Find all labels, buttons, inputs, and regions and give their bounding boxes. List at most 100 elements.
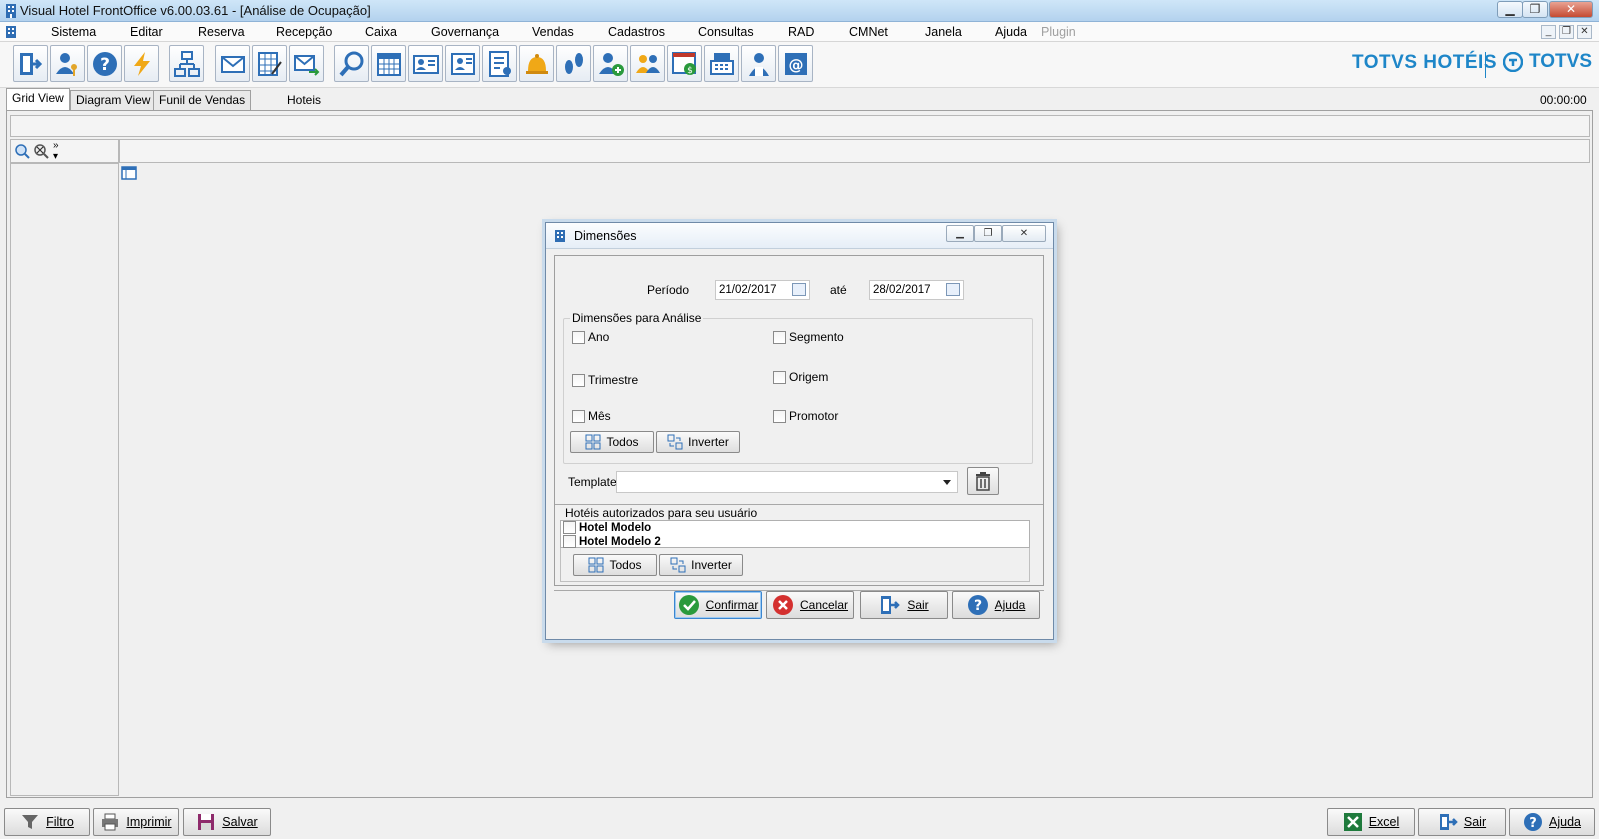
- cancelar-button[interactable]: Cancelar: [766, 591, 854, 619]
- toolbar-id-card-button[interactable]: [445, 45, 480, 82]
- checkbox-origem[interactable]: Origem: [773, 370, 828, 384]
- toolbar-group-button[interactable]: [630, 45, 665, 82]
- toolbar-search-button[interactable]: [334, 45, 369, 82]
- checkbox-box[interactable]: [773, 409, 786, 423]
- periodo-label: Período: [647, 283, 690, 297]
- hotel-list: Hotel Modelo Hotel Modelo 2: [560, 520, 1030, 548]
- checkbox-box[interactable]: [572, 330, 585, 344]
- delete-template-button[interactable]: [967, 467, 999, 495]
- tab-funil-de-vendas[interactable]: Funil de Vendas: [153, 90, 252, 110]
- menu-cmnet[interactable]: CMNet: [849, 25, 888, 39]
- checkbox-box[interactable]: [572, 373, 585, 387]
- dimension-tree-panel: [10, 163, 119, 796]
- toolbar-help-button[interactable]: ?: [87, 45, 122, 82]
- toolbar-mail-forward-button[interactable]: [289, 45, 324, 82]
- imprimir-button[interactable]: Imprimir: [93, 808, 179, 836]
- hotel-label: Hotel Modelo: [579, 521, 652, 534]
- menu-rad[interactable]: RAD: [788, 25, 814, 39]
- menu-ajuda[interactable]: Ajuda: [995, 25, 1027, 39]
- toolbar-housekeeper-button[interactable]: [741, 45, 776, 82]
- toolbar-checklist-button[interactable]: [482, 45, 517, 82]
- menu-sistema[interactable]: Sistema: [51, 25, 96, 39]
- tab-diagram-view[interactable]: Diagram View: [70, 90, 157, 110]
- restore-button[interactable]: ❐: [1522, 1, 1548, 18]
- checkbox-box[interactable]: [563, 521, 576, 534]
- dimensoes-inverter-button[interactable]: Inverter: [656, 431, 740, 453]
- data-inicio-field[interactable]: 21/02/2017: [715, 280, 810, 300]
- menu-governanca[interactable]: Governança: [431, 25, 499, 39]
- tab-grid-view[interactable]: Grid View: [6, 88, 70, 110]
- menu-editar[interactable]: Editar: [130, 25, 163, 39]
- checkbox-ano[interactable]: Ano: [572, 330, 609, 344]
- lightning-icon: [133, 51, 150, 76]
- checkbox-box[interactable]: [563, 535, 576, 548]
- dimensoes-todos-button[interactable]: Todos: [570, 431, 654, 453]
- checkbox-segmento[interactable]: Segmento: [773, 330, 844, 344]
- calendar-icon[interactable]: [946, 283, 960, 296]
- toolbar-footprints-button[interactable]: [556, 45, 591, 82]
- menu-reserva[interactable]: Reserva: [198, 25, 245, 39]
- toolbar-email-at-button[interactable]: @: [778, 45, 813, 82]
- filtro-button[interactable]: Filtro: [4, 808, 90, 836]
- bottom-ajuda-button[interactable]: ? Ajuda: [1509, 808, 1595, 836]
- child-close-button[interactable]: ✕: [1577, 25, 1592, 39]
- inverter-label: Inverter: [688, 435, 729, 449]
- toolbar-contact-card-button[interactable]: [408, 45, 443, 82]
- menu-caixa[interactable]: Caixa: [365, 25, 397, 39]
- toolbar-mail-button[interactable]: [215, 45, 250, 82]
- checkbox-box[interactable]: [773, 370, 786, 384]
- toolbar-cash-register-button[interactable]: [704, 45, 739, 82]
- child-minimize-button[interactable]: _: [1541, 25, 1556, 39]
- toolbar-network-button[interactable]: [169, 45, 204, 82]
- toolbar-add-user-button[interactable]: [593, 45, 628, 82]
- checkbox-mes[interactable]: Mês: [572, 409, 611, 423]
- menu-recepcao[interactable]: Recepção: [276, 25, 332, 39]
- toolbar-exit-button[interactable]: [13, 45, 48, 82]
- dialog-close-button[interactable]: ✕: [1002, 225, 1046, 242]
- dialog-restore-button[interactable]: ❐: [974, 225, 1002, 242]
- toolbar-user-key-button[interactable]: [50, 45, 85, 82]
- calendar-icon[interactable]: [792, 283, 806, 296]
- user-key-icon: [55, 52, 77, 76]
- expand-chevron-icon[interactable]: » ▾: [53, 140, 59, 162]
- excel-button[interactable]: Excel: [1327, 808, 1415, 836]
- zoom-clear-icon[interactable]: [33, 143, 49, 159]
- hotel-item-1[interactable]: Hotel Modelo: [563, 521, 651, 534]
- excel-label: Excel: [1368, 815, 1400, 829]
- checkbox-label: Origem: [789, 370, 829, 384]
- menu-plugin: Plugin: [1041, 25, 1076, 39]
- confirmar-button[interactable]: Confirmar: [674, 591, 762, 619]
- hoteis-inverter-button[interactable]: Inverter: [659, 554, 743, 576]
- hotel-actions-frame: Todos Inverter: [560, 548, 1030, 582]
- data-fim-field[interactable]: 28/02/2017: [869, 280, 964, 300]
- checkbox-promotor[interactable]: Promotor: [773, 409, 838, 423]
- sair-button[interactable]: Sair: [860, 591, 948, 619]
- menu-cadastros[interactable]: Cadastros: [608, 25, 665, 39]
- toolbar-lightning-button[interactable]: [124, 45, 159, 82]
- toolbar-grid-edit-button[interactable]: [252, 45, 287, 82]
- money-report-icon: $: [671, 51, 696, 76]
- zoom-in-icon[interactable]: [14, 143, 30, 159]
- ajuda-button[interactable]: ? Ajuda: [952, 591, 1040, 619]
- minimize-button[interactable]: ▁: [1497, 1, 1523, 18]
- close-window-button[interactable]: ✕: [1549, 1, 1593, 18]
- hotel-building-icon: [6, 26, 16, 38]
- toolbar-money-report-button[interactable]: $: [667, 45, 702, 82]
- hotel-item-2[interactable]: Hotel Modelo 2: [563, 535, 661, 548]
- child-restore-button[interactable]: ❐: [1559, 25, 1574, 39]
- menu-vendas[interactable]: Vendas: [532, 25, 574, 39]
- template-select[interactable]: [616, 471, 958, 493]
- menu-consultas[interactable]: Consultas: [698, 25, 754, 39]
- toolbar-calendar-button[interactable]: [371, 45, 406, 82]
- dialog-minimize-button[interactable]: ▁: [946, 225, 974, 242]
- toolbar-bell-button[interactable]: [519, 45, 554, 82]
- menu-janela[interactable]: Janela: [925, 25, 962, 39]
- checkbox-box[interactable]: [572, 409, 585, 423]
- checkbox-box[interactable]: [773, 330, 786, 344]
- checkbox-trimestre[interactable]: Trimestre: [572, 373, 638, 387]
- hoteis-todos-button[interactable]: Todos: [573, 554, 657, 576]
- bottom-sair-button[interactable]: Sair: [1418, 808, 1506, 836]
- chevron-down-icon[interactable]: [943, 480, 951, 485]
- salvar-button[interactable]: Salvar: [183, 808, 271, 836]
- grid-settings-icon[interactable]: [121, 165, 137, 181]
